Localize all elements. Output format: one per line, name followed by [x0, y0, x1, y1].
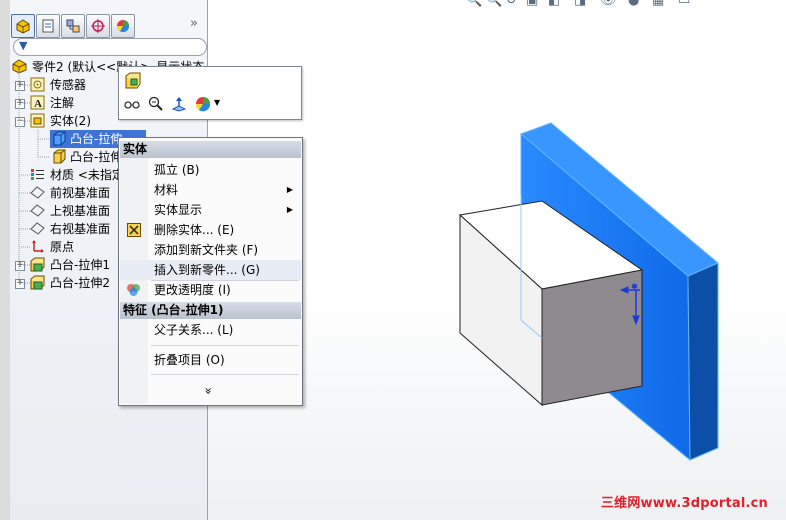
zoom-to-selection-icon[interactable]: [148, 96, 164, 112]
watermark-text: 三维网www.3dportal.cn: [600, 496, 768, 511]
menu-item-isolate[interactable]: 孤立 (B): [120, 160, 301, 180]
context-menu: 实体 孤立 (B) 材料 ▶ 实体显示 ▶ 删除实体... (E) 添加到新文件…: [118, 137, 303, 406]
menu-item-change-transparency[interactable]: 更改透明度 (I): [120, 280, 301, 300]
menu-item-material[interactable]: 材料 ▶: [120, 180, 301, 200]
normal-to-icon[interactable]: [171, 96, 187, 112]
menu-expand-more-chevron-icon[interactable]: »: [202, 387, 216, 394]
menu-item-add-to-new-folder[interactable]: 添加到新文件夹 (F): [120, 240, 301, 260]
menu-item-label: 添加到新文件夹 (F): [154, 243, 259, 257]
menu-item-label: 孤立 (B): [154, 163, 200, 177]
menu-section-header: 实体: [120, 141, 301, 158]
menu-item-parent-child[interactable]: 父子关系... (L): [120, 320, 301, 340]
menu-item-delete-body[interactable]: 删除实体... (E): [120, 220, 301, 240]
menu-item-collapse-items[interactable]: 折叠项目 (O): [120, 350, 301, 370]
submenu-arrow-icon: ▶: [286, 205, 293, 214]
menu-item-label: 插入到新零件... (G): [154, 263, 260, 277]
menu-item-label: 更改透明度 (I): [154, 283, 231, 297]
hide-show-glasses-icon[interactable]: [124, 96, 140, 112]
menu-item-label: 实体显示: [154, 203, 203, 217]
submenu-arrow-icon: ▶: [286, 185, 293, 194]
menu-item-insert-into-new-part[interactable]: 插入到新零件... (G): [120, 260, 301, 280]
menu-section-header: 特征 (凸台-拉伸1): [120, 302, 301, 319]
menu-item-label: 材料: [154, 183, 179, 197]
menu-item-label: 折叠项目 (O): [154, 353, 225, 367]
appearance-icon[interactable]: [194, 95, 212, 113]
appearance-dropdown-chevron-down-icon[interactable]: ▼: [214, 98, 220, 107]
transparency-icon: [127, 284, 140, 296]
menu-separator: [151, 345, 299, 346]
menu-separator: [151, 374, 299, 375]
menu-item-label: 删除实体... (E): [154, 223, 235, 237]
context-toolbar: ▼: [118, 66, 302, 120]
menu-item-body-display[interactable]: 实体显示 ▶: [120, 200, 301, 220]
menu-item-label: 父子关系... (L): [154, 323, 234, 337]
svg-text:*: *: [632, 283, 637, 294]
edit-part-icon[interactable]: [124, 72, 142, 90]
delete-body-icon: [127, 223, 141, 237]
